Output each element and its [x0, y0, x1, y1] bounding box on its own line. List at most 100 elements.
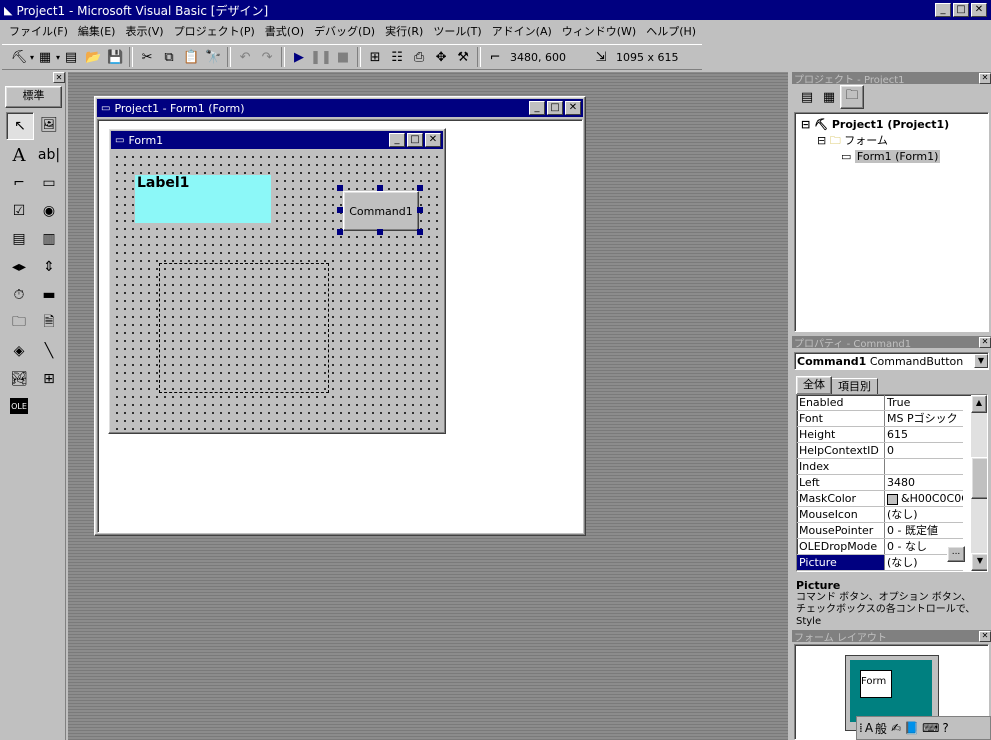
property-value[interactable]: 0 - 既定値: [885, 523, 963, 538]
redo-icon[interactable]: ↷: [256, 46, 278, 68]
property-row[interactable]: Index: [797, 459, 963, 475]
selection-handle[interactable]: [337, 185, 343, 191]
menu-item-4[interactable]: 書式(O): [260, 23, 309, 41]
property-ellipsis-button[interactable]: ...: [947, 546, 965, 562]
maximize-button[interactable]: □: [953, 3, 969, 17]
property-row[interactable]: Left 3480: [797, 475, 963, 491]
data-tool-icon[interactable]: ⊞: [36, 366, 62, 392]
toolbox-tab-general[interactable]: 標準: [5, 86, 62, 108]
open-folder-icon[interactable]: 📂: [82, 46, 104, 68]
menu-item-7[interactable]: ツール(T): [428, 23, 486, 41]
collapse-icon[interactable]: ⊟: [801, 118, 810, 131]
selection-handle[interactable]: [337, 207, 343, 213]
ime-conversion-mode[interactable]: 般: [875, 720, 887, 737]
run-icon[interactable]: ▶: [288, 46, 310, 68]
selection-handle[interactable]: [337, 229, 343, 235]
ime-pad-icon[interactable]: ✍: [891, 721, 901, 735]
menu-item-6[interactable]: 実行(R): [380, 23, 428, 41]
view-code-icon[interactable]: ▤: [796, 86, 818, 108]
close-button[interactable]: ✕: [971, 3, 987, 17]
form-layout-close-button[interactable]: ✕: [979, 630, 991, 642]
filelistbox-tool-icon[interactable]: 🗎: [36, 310, 62, 336]
tab-alphabetic[interactable]: 全体: [796, 376, 832, 394]
view-object-icon[interactable]: ▦: [818, 86, 840, 108]
tree-node-forms[interactable]: ⊟ 🗀 フォーム: [801, 133, 982, 149]
property-scrollbar[interactable]: ▲ ▼: [971, 395, 987, 571]
combobox-tool-icon[interactable]: ▤: [6, 226, 32, 252]
timer-tool-icon[interactable]: ⏱: [6, 282, 32, 308]
menu-item-2[interactable]: 表示(V): [120, 23, 168, 41]
menu-item-3[interactable]: プロジェクト(P): [169, 23, 260, 41]
property-row[interactable]: OLEDropMode 0 - なし: [797, 539, 963, 555]
property-value[interactable]: True: [885, 395, 963, 410]
undo-icon[interactable]: ↶: [234, 46, 256, 68]
label1-control[interactable]: Label1: [135, 175, 271, 223]
property-row[interactable]: MaskColor &H00C0C0C: [797, 491, 963, 507]
menu-item-5[interactable]: デバッグ(D): [309, 23, 380, 41]
property-value[interactable]: (なし): [885, 507, 963, 522]
find-icon[interactable]: 🔭: [202, 46, 224, 68]
form-layout-icon[interactable]: ⎙: [408, 46, 430, 68]
properties-window-icon[interactable]: ☷: [386, 46, 408, 68]
ime-mode[interactable]: A: [865, 721, 873, 735]
selection-handle[interactable]: [377, 229, 383, 235]
selection-handle[interactable]: [417, 207, 423, 213]
copy-icon[interactable]: ⧉: [158, 46, 180, 68]
checkbox-tool-icon[interactable]: ☑: [6, 198, 32, 224]
form-layout-title-bar[interactable]: フォーム レイアウト ✕: [792, 630, 991, 644]
tree-node-form1[interactable]: ▭ Form1 (Form1): [801, 149, 982, 165]
hscrollbar-tool-icon[interactable]: ◂▸: [6, 254, 32, 280]
project-explorer-icon[interactable]: ⊞: [364, 46, 386, 68]
properties-close-button[interactable]: ✕: [979, 336, 991, 348]
form1-client-area[interactable]: Label1 Command1: [111, 151, 443, 431]
designer-close-button[interactable]: ✕: [565, 101, 581, 115]
collapse-icon[interactable]: ⊟: [817, 134, 826, 147]
property-row[interactable]: MousePointer 0 - 既定値: [797, 523, 963, 539]
selection-handle[interactable]: [377, 185, 383, 191]
form-designer-window[interactable]: ▭ Project1 - Form1 (Form) _ □ ✕ ▭ Form1 …: [94, 96, 586, 536]
menu-item-1[interactable]: 編集(E): [73, 23, 121, 41]
form1-title-bar[interactable]: ▭ Form1 _ □ ✕: [111, 131, 443, 149]
property-row[interactable]: Height 615: [797, 427, 963, 443]
stop-icon[interactable]: ■: [332, 46, 354, 68]
property-value[interactable]: 0: [885, 443, 963, 458]
menu-item-9[interactable]: ウィンドウ(W): [557, 23, 641, 41]
property-row[interactable]: MouseIcon (なし): [797, 507, 963, 523]
listbox-tool-icon[interactable]: ▥: [36, 226, 62, 252]
ime-dictionary-icon[interactable]: 📘: [904, 721, 919, 735]
label-tool-icon[interactable]: A: [6, 142, 32, 168]
ime-tool-icon[interactable]: ⌨: [922, 721, 939, 735]
frame-tool-icon[interactable]: ⌐: [6, 170, 32, 196]
command1-button[interactable]: Command1: [343, 191, 419, 231]
dirlistbox-tool-icon[interactable]: 🗀: [6, 310, 32, 336]
vscrollbar-tool-icon[interactable]: ⇕: [36, 254, 62, 280]
chevron-down-icon[interactable]: ▼: [974, 354, 988, 368]
save-icon[interactable]: 💾: [104, 46, 126, 68]
form1-close-button[interactable]: ✕: [425, 133, 441, 147]
tab-categorized[interactable]: 項目別: [832, 378, 878, 394]
optionbutton-tool-icon[interactable]: ◉: [36, 198, 62, 224]
property-row[interactable]: Enabled True: [797, 395, 963, 411]
selection-handle[interactable]: [417, 185, 423, 191]
picturebox-tool-icon[interactable]: 🖼: [36, 112, 62, 138]
property-row[interactable]: RightToLeftFalse: [797, 571, 963, 572]
property-row[interactable]: Font MS Pゴシック: [797, 411, 963, 427]
scroll-down-button[interactable]: ▼: [971, 553, 987, 571]
property-value[interactable]: MS Pゴシック: [885, 411, 963, 426]
menu-editor-icon[interactable]: ▤: [60, 46, 82, 68]
tree-node-project[interactable]: ⊟ ⛏ Project1 (Project1): [801, 117, 982, 133]
form1-maximize-button[interactable]: □: [407, 133, 423, 147]
selection-handle[interactable]: [417, 229, 423, 235]
property-row[interactable]: Picture (なし): [797, 555, 963, 571]
minimize-button[interactable]: _: [935, 3, 951, 17]
scroll-thumb[interactable]: [971, 457, 987, 499]
shape-tool-icon[interactable]: ◈: [6, 338, 32, 364]
property-value[interactable]: 3480: [885, 475, 963, 490]
object-browser-icon[interactable]: ✥: [430, 46, 452, 68]
pause-icon[interactable]: ❚❚: [310, 46, 332, 68]
toolbox-close-button[interactable]: ✕: [53, 72, 65, 83]
property-value[interactable]: False: [885, 571, 963, 572]
property-value[interactable]: 615: [885, 427, 963, 442]
menu-item-0[interactable]: ファイル(F): [4, 23, 73, 41]
commandbutton-tool-icon[interactable]: ▭: [36, 170, 62, 196]
